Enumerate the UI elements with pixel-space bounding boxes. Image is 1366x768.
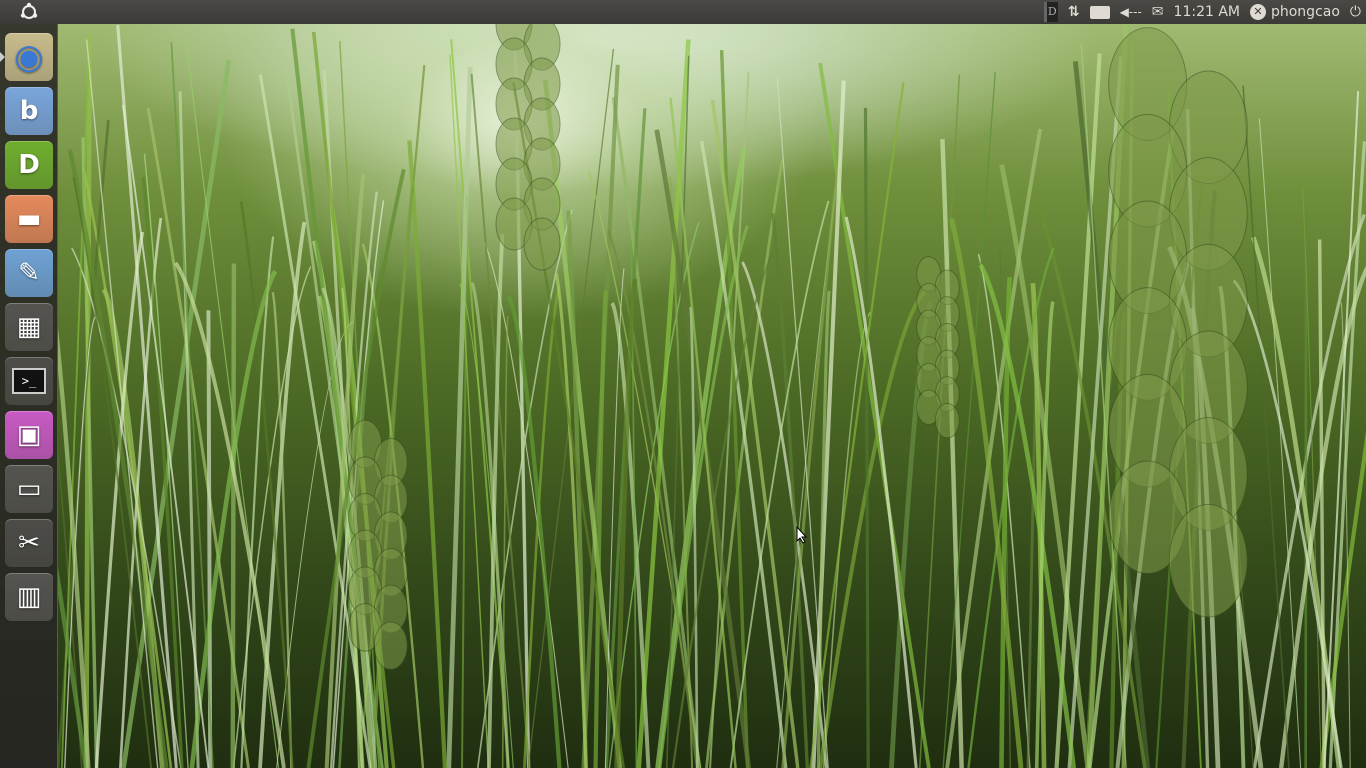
document-edit-icon: ✎ (18, 258, 40, 288)
launcher-item-calculator[interactable]: ▦ (5, 303, 53, 351)
wheat-grain (373, 621, 408, 671)
trash-icon: ▥ (16, 582, 42, 612)
launcher-item-trash[interactable]: ▥ (5, 573, 53, 621)
mail-icon: ✉ (1151, 4, 1164, 20)
launcher-item-files[interactable]: ▭ (5, 465, 53, 513)
sound-indicator[interactable]: ◀--- (1115, 0, 1147, 24)
dictionary-icon: D (18, 150, 40, 180)
wheat-grain (934, 402, 960, 439)
clock-text: 11:21 AM (1173, 4, 1240, 20)
keyboard-icon (1089, 5, 1110, 19)
grass-blade (554, 272, 588, 768)
chrome-icon: ◉ (14, 37, 44, 77)
volume-muted-icon: ◀--- (1119, 5, 1142, 19)
grass-blade (230, 263, 237, 768)
power-icon: ⏻ (1349, 4, 1361, 20)
grass-blade (811, 80, 846, 768)
launcher-item-file-manager-app[interactable]: ▬ (5, 195, 53, 243)
wheat-grain (523, 217, 561, 271)
username: phongcao (1270, 4, 1340, 20)
launcher-item-bluefish[interactable]: b (5, 87, 53, 135)
launcher-item-terminal[interactable]: >_ (5, 357, 53, 405)
ubuntu-logo-icon (20, 2, 38, 19)
scissors-ruler-icon: ✂ (18, 528, 40, 558)
messaging-indicator[interactable]: ✉ (1147, 0, 1169, 24)
network-indicator[interactable]: ⇅ (1063, 0, 1085, 24)
workspaces-icon: ▣ (16, 420, 42, 450)
top-panel: D ⇅ ◀--- ✉ 11:21 AM ✕ phongcao ⏻ (0, 0, 1366, 24)
dictionary-indicator-icon: D (1043, 2, 1058, 22)
folder-icon: ▭ (16, 474, 42, 504)
wheat-field-wallpaper (58, 24, 1366, 768)
mouse-cursor-icon (796, 526, 808, 544)
bluefish-icon: b (19, 96, 39, 126)
dash-home-button[interactable] (0, 0, 58, 24)
clock[interactable]: 11:21 AM (1169, 0, 1245, 24)
grass-blade (1317, 239, 1326, 768)
keyboard-indicator[interactable] (1085, 0, 1115, 24)
launcher-item-dictionary[interactable]: D (5, 141, 53, 189)
running-indicator (0, 52, 5, 62)
network-icon: ⇅ (1067, 4, 1080, 20)
user-menu[interactable]: ✕ phongcao (1245, 0, 1345, 24)
grass-blade (658, 225, 749, 768)
launcher-item-workspace-switcher[interactable]: ▣ (5, 411, 53, 459)
wheat-grain (1168, 503, 1248, 618)
launcher-item-chrome[interactable]: ◉ (5, 33, 53, 81)
calculator-icon: ▦ (16, 312, 42, 342)
launcher-item-text-editor[interactable]: ✎ (5, 249, 53, 297)
user-status-icon: ✕ (1249, 4, 1266, 20)
grass-blade (446, 66, 473, 768)
session-menu[interactable]: ⏻ (1345, 0, 1366, 24)
grass-blade (83, 34, 92, 768)
grass-blade (506, 295, 562, 768)
launcher: ◉ b D ▬ ✎ ▦ >_ ▣ ▭ ✂ ▥ (0, 24, 58, 768)
terminal-icon: >_ (11, 368, 47, 394)
folder-cursor-icon: ▬ (16, 204, 42, 234)
grass-blade (863, 107, 870, 768)
dictionary-indicator[interactable]: D (1039, 0, 1063, 24)
launcher-item-appearance[interactable]: ✂ (5, 519, 53, 567)
